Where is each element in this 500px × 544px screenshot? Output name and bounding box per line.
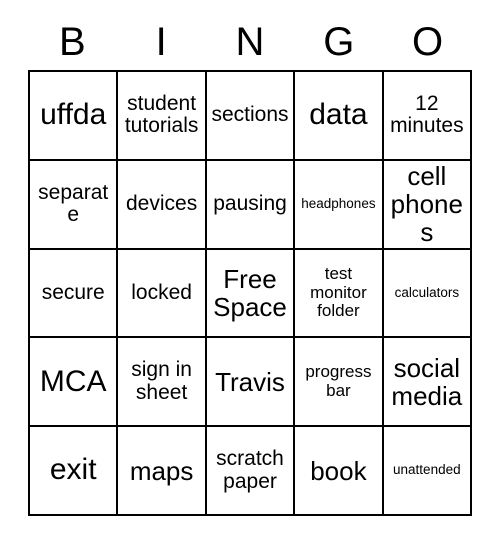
bingo-cell-label: separate xyxy=(38,180,109,227)
bingo-free-space-label: Free Space xyxy=(213,263,287,322)
bingo-cell[interactable]: Travis xyxy=(206,338,296,428)
bingo-cell[interactable]: exit xyxy=(30,427,119,516)
bingo-cell[interactable]: calculators xyxy=(383,249,473,339)
bingo-cell[interactable]: 12 minutes xyxy=(383,72,473,161)
bingo-cell-label: devices xyxy=(126,191,198,215)
bingo-cell[interactable]: pausing xyxy=(206,160,296,250)
bingo-cell-label: progress bar xyxy=(305,362,372,400)
bingo-cell-label: exit xyxy=(49,453,97,487)
bingo-cell[interactable]: MCA xyxy=(30,338,119,428)
bingo-cell[interactable]: maps xyxy=(118,427,207,516)
bingo-cell[interactable]: book xyxy=(295,427,384,516)
bingo-card: B I N G O uffda student tutorials sectio… xyxy=(28,14,473,516)
bingo-cell[interactable]: test monitor folder xyxy=(295,249,384,339)
bingo-cell[interactable]: secure xyxy=(30,249,119,339)
bingo-row: uffda student tutorials sections data 12… xyxy=(30,72,473,161)
bingo-header-letter-g: G xyxy=(323,20,355,64)
bingo-header-letter-i: I xyxy=(155,20,167,64)
bingo-cell[interactable]: social media xyxy=(383,338,473,428)
bingo-cell-label: 12 minutes xyxy=(390,91,464,138)
bingo-cell-label: scratch paper xyxy=(216,446,284,493)
bingo-cell[interactable]: separate xyxy=(30,160,119,250)
bingo-cell[interactable]: locked xyxy=(118,249,207,339)
bingo-cell[interactable]: scratch paper xyxy=(206,427,296,516)
bingo-cell-label: data xyxy=(309,98,368,132)
bingo-row: separate devices pausing headphones cell… xyxy=(30,160,473,250)
bingo-cell-label: sign in sheet xyxy=(131,358,192,404)
bingo-cell[interactable]: unattended xyxy=(383,427,473,516)
bingo-cell-label: unattended xyxy=(393,462,461,478)
bingo-cell-label: uffda xyxy=(40,98,107,132)
bingo-cell[interactable]: progress bar xyxy=(295,338,384,428)
bingo-cell-free-space[interactable]: Free Space xyxy=(206,249,296,339)
bingo-row: exit maps scratch paper book unattended xyxy=(30,427,473,516)
bingo-cell[interactable]: data xyxy=(295,72,384,161)
bingo-cell-label: headphones xyxy=(301,195,376,211)
bingo-header-letter-b: B xyxy=(59,20,86,64)
bingo-cell-label: sections xyxy=(211,103,289,127)
bingo-grid: uffda student tutorials sections data 12… xyxy=(28,70,473,516)
bingo-header-row: B I N G O xyxy=(28,14,472,70)
bingo-cell-label: test monitor folder xyxy=(310,264,367,321)
bingo-cell[interactable]: devices xyxy=(118,160,207,250)
bingo-cell-label: pausing xyxy=(213,191,287,215)
bingo-header-letter-o: O xyxy=(412,20,444,64)
bingo-cell-label: Travis xyxy=(215,366,285,397)
bingo-header-letter-n: N xyxy=(235,20,265,64)
bingo-cell[interactable]: sections xyxy=(206,72,296,161)
bingo-cell-label: secure xyxy=(41,280,105,304)
bingo-cell[interactable]: uffda xyxy=(30,72,119,161)
bingo-cell[interactable]: cell phones xyxy=(383,160,473,250)
bingo-cell-label: locked xyxy=(131,280,192,304)
bingo-cell[interactable]: student tutorials xyxy=(118,72,207,161)
bingo-cell-label: maps xyxy=(129,455,194,486)
bingo-cell[interactable]: headphones xyxy=(295,160,384,250)
bingo-cell-label: MCA xyxy=(39,364,107,398)
bingo-cell[interactable]: sign in sheet xyxy=(118,338,207,428)
bingo-cell-label: book xyxy=(310,455,367,486)
bingo-cell-label: cell phones xyxy=(390,161,463,248)
bingo-cell-label: social media xyxy=(391,352,463,411)
bingo-row: MCA sign in sheet Travis progress bar so… xyxy=(30,338,473,428)
bingo-cell-label: calculators xyxy=(394,284,460,300)
bingo-row: secure locked Free Space test monitor fo… xyxy=(30,249,473,339)
bingo-cell-label: student tutorials xyxy=(124,91,199,138)
